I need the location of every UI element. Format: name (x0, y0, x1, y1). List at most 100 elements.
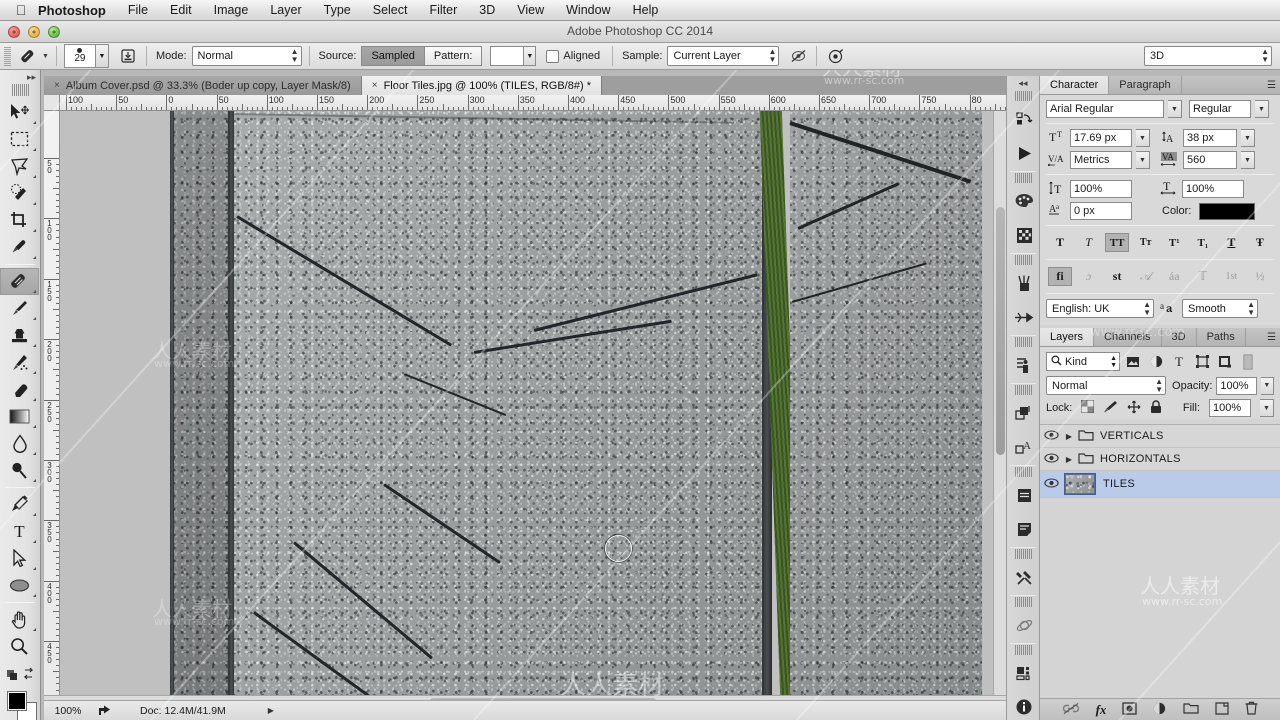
type-filter-icon[interactable]: T (1169, 352, 1189, 371)
source-sampled-button[interactable]: Sampled (361, 46, 425, 66)
chevron-down-icon[interactable]: ▼ (1136, 129, 1150, 147)
menu-item-view[interactable]: View (506, 0, 555, 21)
baseline-shift-field[interactable]: 0 px (1070, 202, 1132, 220)
tab-layers[interactable]: Layers (1040, 328, 1095, 346)
pixel-filter-icon[interactable] (1123, 352, 1143, 371)
layer-mask-icon[interactable] (1122, 701, 1138, 718)
foreground-color-swatch[interactable] (7, 691, 27, 711)
tablet-pressure-size-button[interactable] (117, 46, 139, 66)
menu-item-window[interactable]: Window (555, 0, 621, 21)
close-icon[interactable]: × (372, 80, 378, 91)
ordinals-button[interactable]: 1st (1219, 267, 1243, 286)
titling-alternates-button[interactable]: 𝕋 (1191, 267, 1215, 286)
tool-preset-chevron-icon[interactable]: ▼ (42, 53, 49, 60)
history-icon[interactable] (1007, 102, 1041, 136)
fill-field[interactable]: 100% (1209, 399, 1251, 417)
chevron-down-icon[interactable]: ▼ (1260, 399, 1274, 417)
tab-paths[interactable]: Paths (1197, 328, 1246, 346)
canvas-area[interactable] (60, 111, 1006, 695)
dodge-tool[interactable] (0, 457, 39, 484)
leading-field[interactable]: 38 px (1183, 129, 1237, 147)
menu-item-3d[interactable]: 3D (468, 0, 506, 21)
table-row[interactable]: ▶ VERTICALS (1040, 425, 1280, 448)
eyedropper-tool[interactable] (0, 234, 39, 261)
all-caps-button[interactable]: TT (1105, 233, 1130, 252)
menu-item-help[interactable]: Help (622, 0, 670, 21)
tab-character[interactable]: Character (1040, 76, 1110, 94)
opacity-field[interactable]: 100% (1216, 376, 1257, 395)
lock-image-icon[interactable] (1103, 400, 1118, 416)
scrollbar-thumb[interactable] (996, 207, 1005, 455)
crop-tool[interactable] (0, 207, 39, 234)
hand-tool[interactable] (0, 606, 39, 633)
chevron-down-icon[interactable]: ▼ (1260, 376, 1274, 395)
link-layers-icon[interactable] (1062, 702, 1080, 718)
healing-brush-tool[interactable] (0, 268, 39, 295)
apple-logo-icon[interactable]:  (10, 3, 32, 17)
layer-thumbnail[interactable] (1064, 473, 1096, 495)
dock-grip[interactable] (1014, 467, 1032, 477)
fx-icon[interactable]: fx (1096, 702, 1107, 718)
standard-ligatures-button[interactable]: fi (1048, 267, 1072, 286)
antialias-select[interactable]: Smooth ▲ ▼ (1182, 299, 1258, 318)
dock-grip[interactable] (1014, 91, 1032, 101)
menu-item-edit[interactable]: Edit (159, 0, 203, 21)
blend-mode-select[interactable]: Normal ▲ ▼ (1046, 376, 1167, 395)
dock-grip[interactable] (1014, 337, 1032, 347)
source-pattern-button[interactable]: Pattern: (424, 46, 483, 66)
notes-icon[interactable] (1007, 478, 1041, 512)
table-row[interactable]: TILES (1040, 471, 1280, 498)
fractions-button[interactable]: ½ (1248, 267, 1272, 286)
clone-stamp-tool[interactable] (0, 322, 39, 349)
menu-item-type[interactable]: Type (313, 0, 362, 21)
font-family-field[interactable]: Arial Regular (1046, 100, 1164, 118)
ignore-adjustment-layers-icon[interactable] (787, 46, 809, 66)
eye-icon[interactable] (1040, 477, 1062, 491)
horizontal-ruler[interactable]: 100 50 0 50 100 150 200 250 300 350 400 450 500 550 60… (44, 95, 1006, 111)
new-layer-icon[interactable] (1215, 701, 1230, 718)
dock-collapse-button[interactable]: ◂◂ (1007, 76, 1039, 90)
delete-layer-icon[interactable] (1245, 701, 1258, 718)
contextual-alternates-button[interactable]: ɔ (1077, 267, 1101, 286)
new-group-icon[interactable] (1183, 702, 1200, 717)
toolbar-grip[interactable] (11, 84, 29, 96)
tab-channels[interactable]: Channels (1094, 328, 1162, 346)
lock-all-icon[interactable] (1150, 399, 1162, 417)
color-grid-icon[interactable] (1007, 218, 1041, 252)
3d-icon[interactable] (1007, 608, 1041, 642)
font-style-field[interactable]: Regular (1189, 100, 1251, 118)
table-row[interactable]: ▶ HORIZONTALS (1040, 448, 1280, 471)
menu-item-photoshop[interactable]: Photoshop (32, 0, 117, 21)
menu-item-image[interactable]: Image (203, 0, 260, 21)
adjustment-layer-icon[interactable] (1153, 702, 1167, 718)
edit-toolbar-button[interactable] (0, 660, 39, 687)
blur-tool[interactable] (0, 430, 39, 457)
eye-icon[interactable] (1040, 452, 1062, 466)
dock-grip[interactable] (1014, 255, 1032, 265)
shape-filter-icon[interactable] (1192, 352, 1212, 371)
vertical-ruler[interactable]: 50100150200250300350400450500 (44, 111, 60, 695)
foreground-background-colors[interactable] (0, 689, 39, 720)
zoom-tool[interactable] (0, 633, 39, 660)
tool-presets-icon[interactable] (1007, 560, 1041, 594)
chevron-down-icon[interactable]: ▼ (1241, 129, 1255, 147)
brush-presets-icon[interactable] (1007, 266, 1041, 300)
kerning-field[interactable]: Metrics (1070, 151, 1132, 169)
rectangular-marquee-tool[interactable] (0, 126, 39, 153)
status-menu-chevron-icon[interactable]: ▶ (268, 706, 274, 715)
options-bar-grip[interactable] (4, 46, 11, 66)
lasso-tool[interactable] (0, 153, 39, 180)
faux-bold-button[interactable]: T (1048, 233, 1072, 252)
airbrush-diffusion-icon[interactable] (824, 46, 846, 66)
pattern-picker-chevron-icon[interactable]: ▼ (524, 46, 537, 66)
lock-position-icon[interactable] (1127, 400, 1141, 417)
chevron-right-icon[interactable]: ▶ (1062, 455, 1076, 464)
menu-item-file[interactable]: File (117, 0, 159, 21)
document-tab-album-cover[interactable]: × Album Cover.psd @ 33.3% (Boder up copy… (44, 76, 362, 95)
tracking-field[interactable]: 560 (1183, 151, 1237, 169)
font-size-field[interactable]: 17.69 px (1070, 129, 1132, 147)
swatches-palette-icon[interactable] (1007, 184, 1041, 218)
text-color-swatch[interactable] (1199, 202, 1256, 220)
close-icon[interactable]: × (54, 80, 60, 91)
strikethrough-button[interactable]: Ŧ (1248, 233, 1272, 252)
